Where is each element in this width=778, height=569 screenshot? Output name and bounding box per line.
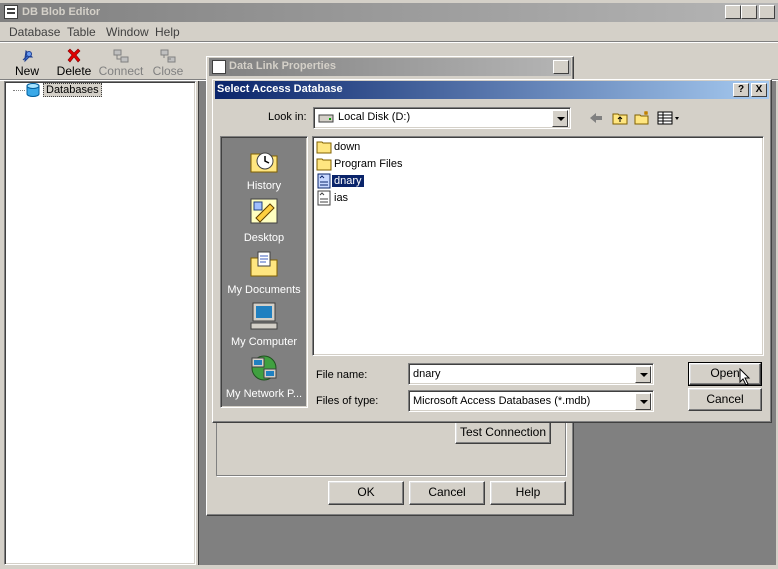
app-title: DB Blob Editor [22, 6, 101, 18]
menu-table[interactable]: Table [67, 25, 96, 39]
file-name-dnary: dnary [331, 174, 365, 188]
toolbar-close-label: Close [152, 64, 184, 78]
place-my-network-label: My Network P... [225, 388, 303, 400]
my-documents-icon [250, 251, 278, 277]
connect-icon [113, 49, 129, 63]
file-name-program-files: Program Files [334, 158, 403, 170]
file-dialog-close-button[interactable]: X [751, 83, 767, 97]
files-of-type-combo[interactable]: Microsoft Access Databases (*.mdb) [408, 390, 654, 412]
menu-database[interactable]: Database [9, 25, 60, 39]
access-file-icon [317, 173, 331, 189]
look-in-dropdown-button[interactable] [552, 110, 568, 127]
place-my-documents-label: My Documents [227, 284, 301, 296]
file-row-down[interactable]: down [316, 139, 362, 155]
look-in-combo[interactable]: Local Disk (D:) [313, 107, 571, 129]
place-history-label: History [246, 180, 282, 192]
toolbar-new-label: New [14, 64, 39, 78]
file-row-ias[interactable]: ias [316, 190, 350, 206]
database-tree[interactable]: Databases [4, 81, 196, 565]
file-name-combo[interactable]: dnary [408, 363, 654, 385]
file-dialog-help-button[interactable]: ? [733, 83, 749, 97]
data-link-icon [212, 60, 226, 74]
toolbar-new-button[interactable]: New [4, 46, 50, 80]
my-computer-icon [250, 302, 278, 330]
drive-icon [318, 114, 334, 123]
file-dialog-title: Select Access Database [217, 83, 343, 95]
files-of-type-value: Microsoft Access Databases (*.mdb) [413, 395, 591, 407]
tree-dotted-line [13, 90, 25, 91]
up-folder-icon[interactable] [612, 110, 628, 126]
menu-help[interactable]: Help [155, 25, 180, 39]
back-arrow-icon[interactable] [588, 110, 604, 126]
menu-separator [0, 41, 778, 43]
toolbar-delete-button[interactable]: Delete [51, 46, 97, 80]
access-file-icon [317, 190, 331, 206]
desktop-icon [250, 198, 278, 224]
data-link-cancel-button[interactable]: Cancel [409, 481, 485, 505]
data-link-ok-button[interactable]: OK [328, 481, 404, 505]
tree-root-databases[interactable]: Databases [43, 83, 102, 97]
toolbar-close-button[interactable]: Close [145, 46, 191, 80]
maximize-button[interactable]: □ [741, 5, 757, 19]
data-link-title-bar[interactable]: Data Link Properties × [209, 58, 571, 76]
main-title-bar[interactable]: DB Blob Editor _ □ × [0, 3, 778, 22]
files-of-type-label: Files of type: [316, 395, 379, 407]
new-folder-icon[interactable] [634, 110, 650, 126]
file-dialog-title-bar[interactable]: Select Access Database ? X [215, 81, 769, 99]
file-name-label: File name: [316, 369, 368, 381]
app-icon [4, 5, 18, 19]
toolbar-connect-label: Connect [98, 64, 144, 78]
file-row-program-files[interactable]: Program Files [316, 156, 404, 172]
data-link-help-button[interactable]: Help [490, 481, 566, 505]
database-icon [26, 83, 40, 97]
look-in-label: Look in: [268, 111, 307, 123]
file-name-value: dnary [413, 368, 441, 380]
network-places-icon [251, 355, 277, 381]
menu-window[interactable]: Window [106, 25, 149, 39]
close-button[interactable]: × [759, 5, 775, 19]
view-menu-icon[interactable] [657, 110, 681, 126]
minimize-button[interactable]: _ [725, 5, 741, 19]
place-my-computer-label: My Computer [230, 336, 298, 348]
file-dialog-cancel-button[interactable]: Cancel [688, 388, 762, 411]
file-name-down: down [334, 141, 361, 153]
file-name-ias: ias [334, 192, 349, 204]
look-in-value: Local Disk (D:) [338, 111, 411, 123]
file-row-dnary[interactable]: dnary [316, 173, 365, 189]
data-link-title: Data Link Properties [229, 60, 336, 72]
history-icon [250, 152, 278, 173]
data-link-close-button[interactable]: × [553, 60, 569, 74]
red-x-icon [67, 48, 81, 63]
toolbar-connect-button[interactable]: Connect [98, 46, 144, 80]
files-of-type-dropdown-button[interactable] [635, 393, 651, 410]
test-connection-button[interactable]: Test Connection [455, 421, 551, 444]
mouse-cursor-icon [739, 368, 751, 386]
folder-icon [316, 158, 332, 171]
place-desktop-label: Desktop [243, 232, 285, 244]
file-name-dropdown-button[interactable] [635, 366, 651, 383]
pin-icon [22, 49, 34, 63]
folder-icon [316, 141, 332, 154]
disconnect-icon [160, 49, 176, 63]
toolbar-delete-label: Delete [56, 64, 92, 78]
